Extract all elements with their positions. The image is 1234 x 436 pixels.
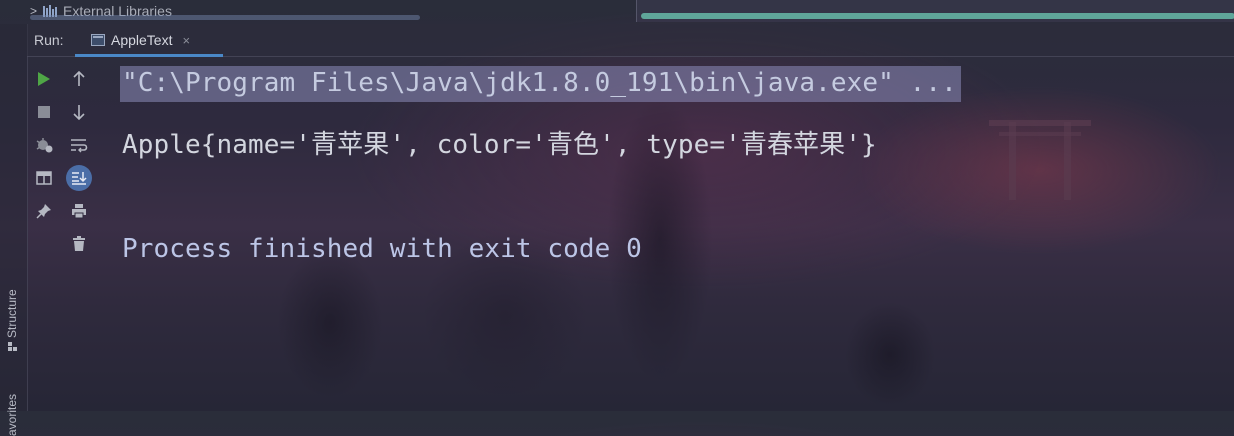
active-tab-indicator bbox=[75, 54, 223, 57]
editor-horizontal-scrollbar[interactable] bbox=[641, 13, 1234, 19]
up-arrow-icon bbox=[73, 70, 85, 86]
structure-icon bbox=[8, 342, 17, 351]
run-label: Run: bbox=[34, 32, 64, 48]
settings-bug-icon bbox=[36, 137, 53, 152]
scroll-to-end-icon bbox=[72, 171, 87, 185]
left-tool-stripe: Structure avorites bbox=[0, 24, 28, 436]
stop-button[interactable] bbox=[29, 95, 59, 128]
console-tab-icon bbox=[91, 34, 105, 46]
up-stack-button[interactable] bbox=[64, 62, 94, 95]
run-toolbar-secondary bbox=[64, 62, 94, 260]
debug-settings-button[interactable] bbox=[29, 128, 59, 161]
structure-tab-label: Structure bbox=[5, 289, 19, 338]
soft-wrap-icon bbox=[71, 138, 88, 152]
down-arrow-icon bbox=[73, 104, 85, 120]
selected-command-text[interactable]: "C:\Program Files\Java\jdk1.8.0_191\bin\… bbox=[120, 66, 961, 102]
print-button[interactable] bbox=[64, 194, 94, 227]
print-icon bbox=[72, 203, 86, 218]
favorites-tool-tab[interactable]: avorites bbox=[0, 374, 27, 436]
scroll-to-end-button[interactable] bbox=[64, 161, 94, 194]
editor-scroll-area bbox=[636, 0, 1234, 22]
console-line-output[interactable]: Apple{name='青苹果', color='青色', type='青春苹果… bbox=[122, 124, 877, 161]
pin-tab-button[interactable] bbox=[29, 194, 59, 227]
project-horizontal-scrollbar[interactable] bbox=[30, 15, 420, 20]
run-tool-window-header: Run: AppleText × bbox=[27, 24, 1234, 57]
stop-icon bbox=[38, 105, 50, 118]
console-output[interactable]: "C:\Program Files\Java\jdk1.8.0_191\bin\… bbox=[110, 58, 1234, 411]
close-icon[interactable]: × bbox=[182, 33, 190, 48]
soft-wrap-button[interactable] bbox=[64, 128, 94, 161]
tab-appletext[interactable]: AppleText × bbox=[75, 24, 223, 57]
favorites-tab-label: avorites bbox=[5, 393, 19, 436]
trash-icon bbox=[73, 235, 85, 251]
clear-all-button[interactable] bbox=[64, 227, 94, 260]
tab-label: AppleText bbox=[111, 32, 173, 48]
run-icon bbox=[38, 71, 50, 86]
pin-icon bbox=[36, 203, 51, 219]
console-line-exit[interactable]: Process finished with exit code 0 bbox=[122, 234, 642, 264]
structure-tool-tab[interactable]: Structure bbox=[0, 274, 27, 364]
down-stack-button[interactable] bbox=[64, 95, 94, 128]
layout-icon bbox=[36, 170, 52, 185]
restore-layout-button[interactable] bbox=[29, 161, 59, 194]
run-toolbar-primary bbox=[29, 62, 59, 227]
console-line-command[interactable]: "C:\Program Files\Java\jdk1.8.0_191\bin\… bbox=[120, 66, 961, 102]
scroll-to-end-toggle-bg bbox=[66, 164, 92, 191]
top-strip: > External Libraries bbox=[0, 0, 1234, 24]
rerun-button[interactable] bbox=[29, 62, 59, 95]
